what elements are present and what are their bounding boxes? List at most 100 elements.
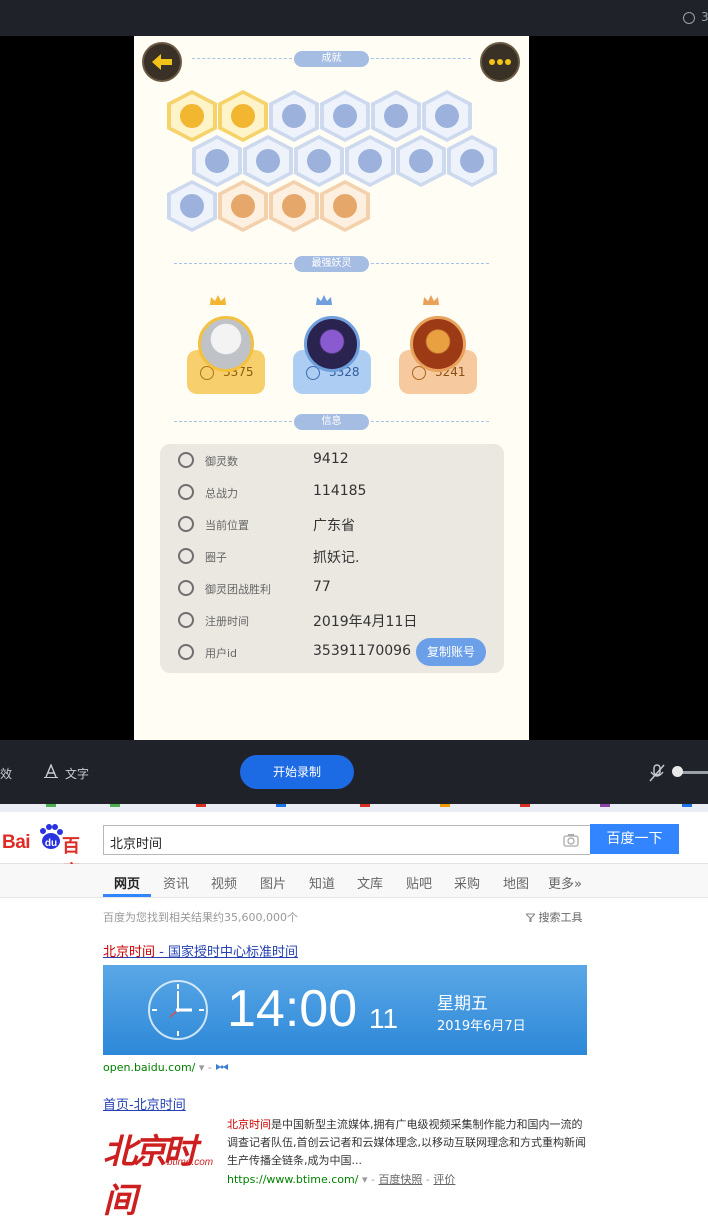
search-input[interactable]: 北京时间: [103, 825, 590, 855]
tab-more[interactable]: 更多»: [548, 873, 582, 892]
separator: -: [204, 1061, 216, 1074]
result-url[interactable]: https://www.btime.com/: [227, 1173, 358, 1186]
recording-stage: 成就 最强妖灵 3375 3328 3241 信息 御灵数 9412 总战力 1…: [0, 36, 708, 740]
circle-icon: [178, 548, 194, 564]
baidu-logo[interactable]: Bai du 百度: [2, 824, 96, 883]
achievement-badge[interactable]: [345, 135, 395, 187]
info-value: 77: [313, 579, 331, 595]
logo-text-left: Bai: [2, 832, 31, 853]
achievement-badge[interactable]: [269, 180, 319, 232]
result-url[interactable]: open.baidu.com/: [103, 1061, 195, 1074]
result-title-link[interactable]: 北京时间 - 国家授时中心标准时间: [103, 941, 298, 960]
info-panel: 御灵数 9412 总战力 114185 当前位置 广东省 圈子 抓妖记. 御灵团…: [160, 444, 504, 673]
info-label: 御灵团战胜利: [205, 583, 271, 596]
info-label: 注册时间: [205, 615, 249, 628]
achievement-badge[interactable]: [447, 135, 497, 187]
start-recording-button[interactable]: 开始录制: [240, 755, 354, 789]
achievement-badge[interactable]: [192, 135, 242, 187]
orb-badge-icon: [333, 104, 357, 128]
camera-icon[interactable]: [563, 833, 579, 847]
info-label: 御灵数: [205, 455, 238, 468]
info-label: 圈子: [205, 551, 227, 564]
recorder-control-bar: 特效 文字 开始录制: [0, 740, 708, 804]
spirit-avatar[interactable]: [304, 316, 360, 372]
info-row-location: 当前位置 广东省: [160, 508, 504, 540]
tab-map[interactable]: 地图: [503, 873, 529, 892]
mic-muted-icon[interactable]: [649, 764, 665, 782]
info-title: 信息: [294, 414, 369, 430]
achievements-header: 成就: [134, 51, 529, 67]
tab-wenku[interactable]: 文库: [357, 873, 383, 892]
highlight-keyword: 北京时间: [227, 1118, 271, 1131]
achievement-badge[interactable]: [320, 180, 370, 232]
result-title-link[interactable]: 首页-北京时间: [103, 1094, 186, 1113]
search-button[interactable]: 百度一下: [590, 824, 679, 854]
location-pin-icon: [178, 516, 194, 532]
achievement-badge[interactable]: [243, 135, 293, 187]
text-tool-label[interactable]: 文字: [65, 765, 89, 782]
verified-badge-icon[interactable]: [215, 1063, 229, 1071]
spirit-avatar[interactable]: [198, 316, 254, 372]
tab-zhidao[interactable]: 知道: [309, 873, 335, 892]
snippet-text: 是中国新型主流媒体,拥有广电级视频采集制作能力和国内一流的调查记者队伍,首创云记…: [227, 1118, 586, 1167]
team-victory-icon: [178, 580, 194, 596]
achievement-badge[interactable]: [294, 135, 344, 187]
achievement-badge[interactable]: [167, 90, 217, 142]
achievement-badge[interactable]: [218, 180, 268, 232]
book-badge-icon: [333, 194, 357, 218]
info-header: 信息: [134, 414, 529, 430]
achievement-badge[interactable]: [422, 90, 472, 142]
copy-account-button[interactable]: 复制账号: [416, 638, 486, 666]
helmet-badge-icon: [231, 104, 255, 128]
title-text: - 国家授时中心标准时间: [155, 945, 298, 960]
spirit-avatar[interactable]: [410, 316, 466, 372]
btime-logo-text: 北京时间: [103, 1132, 197, 1221]
tab-images[interactable]: 图片: [260, 873, 286, 892]
achievement-badge[interactable]: [218, 90, 268, 142]
achievement-badge[interactable]: [396, 135, 446, 187]
baidu-search-header: Bai du 百度 北京时间 百度一下: [0, 812, 708, 883]
info-row-circle: 圈子 抓妖记.: [160, 540, 504, 572]
bear-badge-icon: [256, 149, 280, 173]
cache-link[interactable]: 百度快照: [378, 1173, 422, 1186]
active-tab-indicator: [103, 894, 151, 897]
info-value: 35391170096: [313, 643, 411, 659]
title-text: 首页-: [103, 1098, 134, 1113]
tab-news[interactable]: 资讯: [163, 873, 189, 892]
achievement-badge[interactable]: [167, 180, 217, 232]
highlight-keyword: 北京时间: [103, 945, 156, 960]
cart-badge-icon: [231, 194, 255, 218]
search-tools-button[interactable]: 搜索工具: [524, 909, 583, 925]
effects-label[interactable]: 特效: [0, 765, 12, 782]
tab-tieba[interactable]: 贴吧: [406, 873, 432, 892]
beast-badge-icon: [282, 194, 306, 218]
info-value: 9412: [313, 451, 349, 467]
btime-logo-domain: btime.com: [167, 1157, 214, 1168]
recorder-top-bar: 3: [0, 0, 708, 36]
review-link[interactable]: 评价: [433, 1173, 455, 1186]
tab-web[interactable]: 网页: [114, 873, 140, 892]
achievement-badge[interactable]: [320, 90, 370, 142]
crown-icon: [210, 295, 226, 305]
achievement-badge[interactable]: [269, 90, 319, 142]
text-tool-icon[interactable]: [44, 764, 58, 778]
snail-badge-icon: [205, 149, 229, 173]
achievement-badge[interactable]: [371, 90, 421, 142]
info-label: 当前位置: [205, 519, 249, 532]
volume-slider-handle[interactable]: [672, 766, 683, 777]
separator: -: [367, 1173, 379, 1186]
power-icon: [178, 484, 194, 500]
result-snippet: 北京时间是中国新型主流媒体,拥有广电级视频采集制作能力和国内一流的调查记者队伍,…: [227, 1116, 589, 1170]
tab-purchase[interactable]: 采购: [454, 873, 480, 892]
strongest-title: 最强妖灵: [294, 256, 369, 272]
clock-icon: [178, 612, 194, 628]
bookmarks-bar: [0, 804, 708, 812]
strongest-header: 最强妖灵: [134, 256, 529, 272]
fish-badge-icon: [409, 149, 433, 173]
search-tools-label: 搜索工具: [538, 911, 583, 924]
result-count: 百度为您找到相关结果约35,600,000个: [103, 911, 298, 924]
tab-video[interactable]: 视频: [211, 873, 237, 892]
btime-logo[interactable]: 北京时间 btime.com: [103, 1124, 214, 1221]
ghost-badge-icon: [180, 194, 204, 218]
time-widget[interactable]: 14:00 11 星期五 2019年6月7日: [103, 965, 587, 1055]
